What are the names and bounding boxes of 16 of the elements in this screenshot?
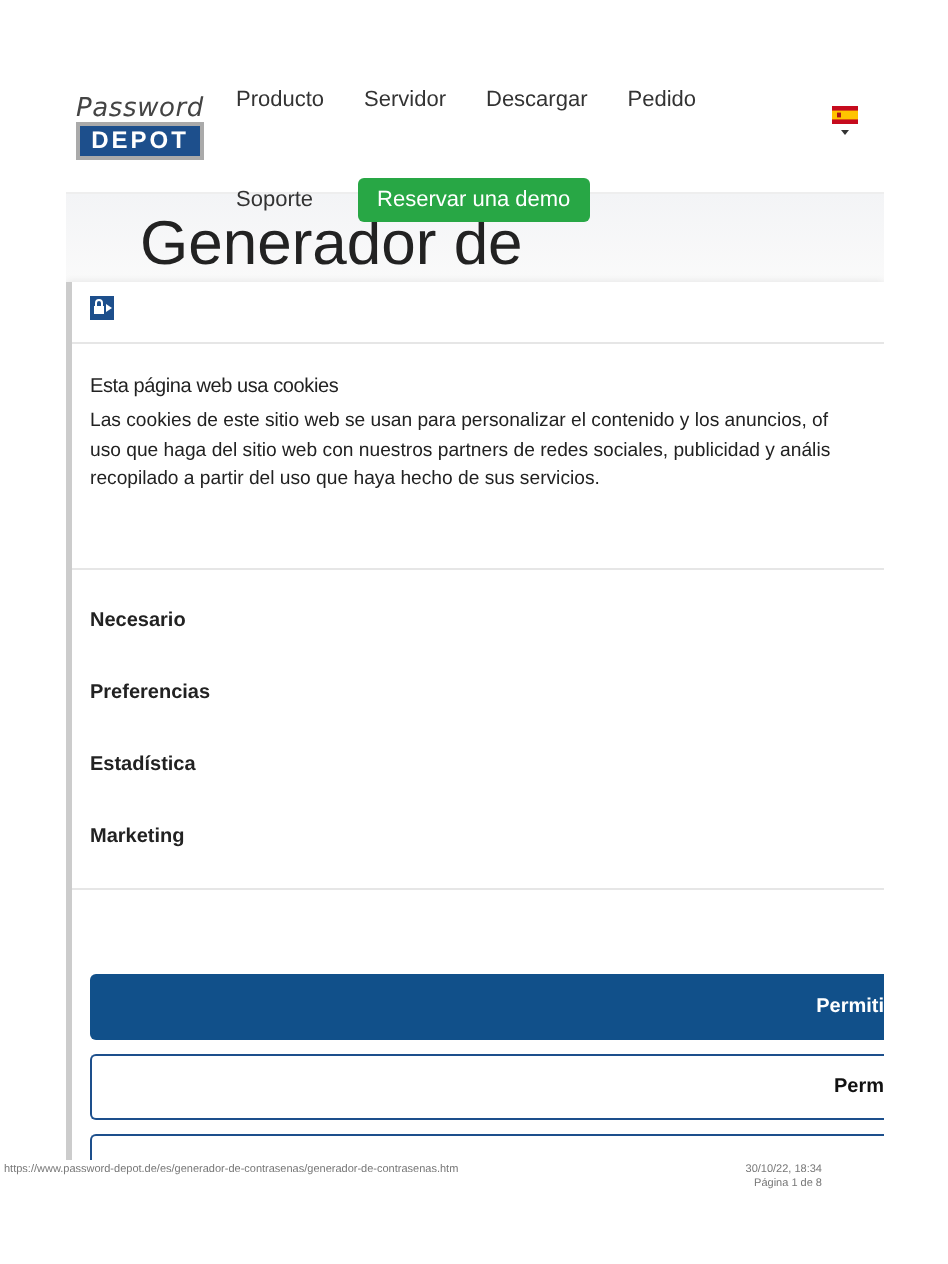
- dialog-text: Las cookies de este sitio web se usan para personalizar el contenido y los anuncios, of: [90, 408, 831, 436]
- nav-link[interactable]: Descargar: [486, 88, 588, 112]
- nav-link[interactable]: Servidor: [364, 88, 446, 112]
- dialog-heading: Esta página web usa cookies: [90, 376, 341, 398]
- category-label[interactable]: Necesario: [90, 610, 884, 632]
- category-label[interactable]: Marketing: [90, 826, 884, 848]
- language-selector[interactable]: [832, 106, 858, 138]
- category-label[interactable]: Preferencias: [90, 682, 884, 704]
- allow-selection-button[interactable]: Perm: [90, 1054, 884, 1120]
- dialog-text: uso que haga del sitio web con nuestros partners de redes sociales, publicidad y anális: [90, 437, 833, 465]
- nav-link[interactable]: Producto: [236, 88, 325, 112]
- nav-link[interactable]: Pedido: [627, 88, 697, 112]
- category-label[interactable]: Estadística: [90, 754, 884, 776]
- nav-link[interactable]: Soporte: [236, 188, 314, 212]
- allow-button[interactable]: Permiti: [90, 974, 884, 1040]
- dialog-text: recopilado a partir del uso que haya hecho de sus servicios.: [90, 466, 602, 494]
